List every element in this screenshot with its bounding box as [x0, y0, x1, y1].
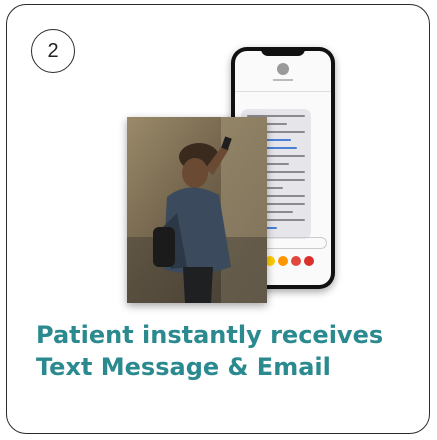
sms-header: [235, 61, 331, 92]
contact-avatar-icon: [277, 63, 289, 75]
contact-name-placeholder: [273, 79, 293, 81]
woman-using-phone-photo: [127, 117, 267, 303]
step-caption: Patient instantly receives Text Message …: [36, 321, 384, 381]
step-card: 2 Patient instantly receives Text Messag…: [6, 4, 430, 434]
step-number-badge: 2: [31, 29, 75, 73]
phone-notch: [261, 47, 305, 56]
illustration: [127, 47, 337, 307]
